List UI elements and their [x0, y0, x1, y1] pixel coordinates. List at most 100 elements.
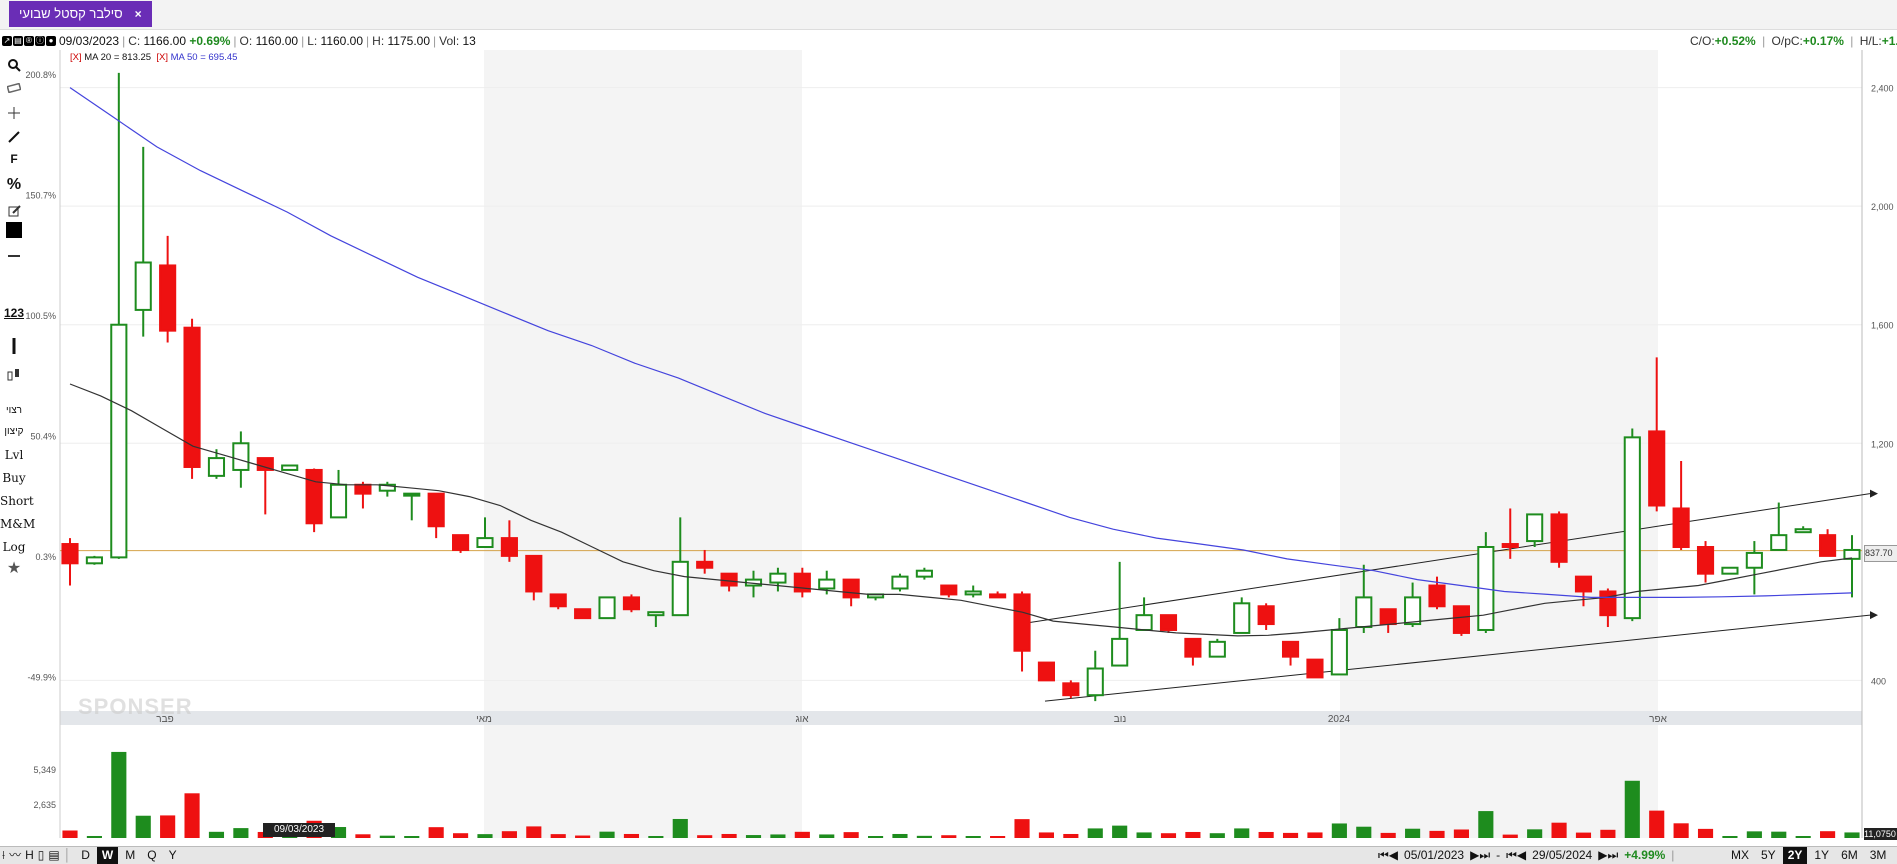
crosshair-date-badge: 09/03/2023: [263, 823, 335, 837]
candle-body: [1086, 667, 1104, 697]
period-1y[interactable]: 1Y: [1809, 847, 1834, 864]
volume-bar: [1087, 828, 1103, 838]
first-page-icon[interactable]: ⏮◀: [1378, 847, 1398, 864]
star-icon[interactable]: ★: [0, 558, 28, 578]
period-1m[interactable]: 1M: [1893, 847, 1897, 864]
volume-bar: [550, 834, 566, 838]
zoom-icon[interactable]: [0, 58, 28, 75]
candle-body: [720, 572, 738, 587]
candle-body: [671, 560, 689, 617]
line-width-icon[interactable]: [0, 248, 28, 262]
ratzuy-button[interactable]: רצוי: [0, 405, 28, 416]
mm-button[interactable]: M&M: [0, 517, 35, 531]
crosshair-icon[interactable]: [0, 106, 28, 123]
candles-icon[interactable]: [0, 366, 28, 385]
volume-bar: [135, 815, 151, 838]
interval-q[interactable]: Q: [142, 847, 161, 864]
candle-body: [1404, 596, 1422, 626]
date-range-controls: ⏮◀ 05/01/2023 ▶⏭ - ⏮◀ 29/05/2024 ▶⏭ +4.9…: [1378, 847, 1675, 864]
volume-bar: [623, 833, 640, 838]
bar-chart-icon[interactable]: ▯: [38, 847, 45, 864]
volume-bar: [62, 830, 78, 838]
volume-tick: 5,349: [33, 765, 56, 775]
volume-bar: [794, 831, 810, 838]
indicator-legend: [X] MA 20 = 813.25 [X] MA 50 = 695.45: [70, 52, 237, 64]
volume-bar: [1575, 832, 1592, 838]
kitzun-button[interactable]: קיצון: [0, 426, 28, 437]
volume-bar: [1282, 832, 1299, 838]
level-button[interactable]: Lvl: [0, 448, 28, 462]
volume-bar: [1673, 823, 1689, 838]
candle-body: [1672, 507, 1690, 548]
period-5y[interactable]: 5Y: [1756, 847, 1781, 864]
log-button[interactable]: Log: [0, 540, 28, 554]
interval-m[interactable]: M: [120, 847, 140, 864]
price-chart[interactable]: פבר מאי אוג נוב 2024 אפר 200.8%150.7%100.5%50…: [0, 0, 1897, 846]
eraser-icon[interactable]: [0, 82, 28, 96]
candle-body: [1379, 608, 1397, 626]
next-range-icon[interactable]: ▶⏭: [1470, 847, 1490, 864]
y-right-tick: 2,000: [1871, 202, 1894, 212]
volume-bar: [819, 834, 835, 838]
cursor-icon[interactable]: ⟊: [2, 847, 5, 864]
last-page-icon[interactable]: ▶⏭: [1598, 847, 1618, 864]
y-right-tick: 1,200: [1871, 439, 1894, 449]
volume-bar: [86, 835, 102, 838]
period-6m[interactable]: 6M: [1836, 847, 1863, 864]
candle-body: [207, 457, 226, 477]
candle-body: [1526, 513, 1544, 543]
candle-body: [1721, 566, 1739, 575]
color-swatch-icon[interactable]: [0, 222, 28, 241]
volume-bar: [941, 835, 957, 838]
range-change: +4.99%: [1624, 848, 1666, 862]
candle-body: [85, 556, 103, 565]
candle-body: [1745, 551, 1763, 569]
period-3m[interactable]: 3M: [1865, 847, 1892, 864]
volume-bar: [355, 834, 371, 838]
volume-bar: [1160, 833, 1177, 838]
vertical-line-icon[interactable]: [0, 337, 28, 358]
pencil-icon[interactable]: [0, 204, 28, 221]
current-price-badge: 837.70: [1864, 545, 1897, 562]
candle-body: [1770, 534, 1788, 551]
period-2y[interactable]: 2Y: [1782, 847, 1808, 864]
volume-bar: [379, 835, 395, 838]
candle-body: [1062, 682, 1080, 697]
fibonacci-button[interactable]: F: [0, 152, 28, 166]
candle-body: [1550, 513, 1568, 563]
candle-body: [891, 575, 909, 590]
candle-body: [696, 560, 714, 569]
line-tool-icon[interactable]: [0, 130, 28, 147]
numbers-button[interactable]: 123: [0, 306, 28, 320]
period-list: MX5Y2Y1Y6M3M1M: [1725, 847, 1897, 864]
volume-bar: [721, 833, 737, 838]
candle-body: [305, 468, 323, 525]
candle-body: [549, 593, 567, 608]
prev-range-icon[interactable]: ⏮◀: [1506, 847, 1526, 864]
line-chart-icon[interactable]: 〰: [9, 847, 21, 864]
volume-bar: [1844, 832, 1860, 838]
volume-bar: [1722, 836, 1738, 838]
to-date[interactable]: 29/05/2024: [1532, 847, 1592, 864]
percent-button[interactable]: %: [0, 176, 28, 194]
period-mx[interactable]: MX: [1726, 847, 1754, 864]
candle-body: [1208, 640, 1226, 658]
interval-y[interactable]: Y: [164, 847, 182, 864]
volume-bar: [1551, 822, 1567, 838]
hlc-button[interactable]: H: [25, 847, 34, 864]
candle-body: [61, 543, 79, 565]
remove-ma20-button[interactable]: [X]: [70, 52, 82, 63]
buy-button[interactable]: Buy: [0, 471, 28, 485]
remove-ma50-button[interactable]: [X]: [156, 52, 168, 63]
candle-body: [598, 596, 616, 620]
interval-d[interactable]: D: [76, 847, 95, 864]
volume-bar: [526, 826, 542, 838]
x-tick: 2024: [1328, 714, 1351, 725]
print-icon[interactable]: ▤: [48, 847, 59, 864]
volume-bar: [208, 831, 225, 838]
volume-bar: [1771, 831, 1787, 838]
candle-body: [647, 611, 665, 617]
short-button[interactable]: Short: [0, 494, 34, 508]
from-date[interactable]: 05/01/2023: [1404, 847, 1464, 864]
interval-w[interactable]: W: [96, 847, 119, 864]
